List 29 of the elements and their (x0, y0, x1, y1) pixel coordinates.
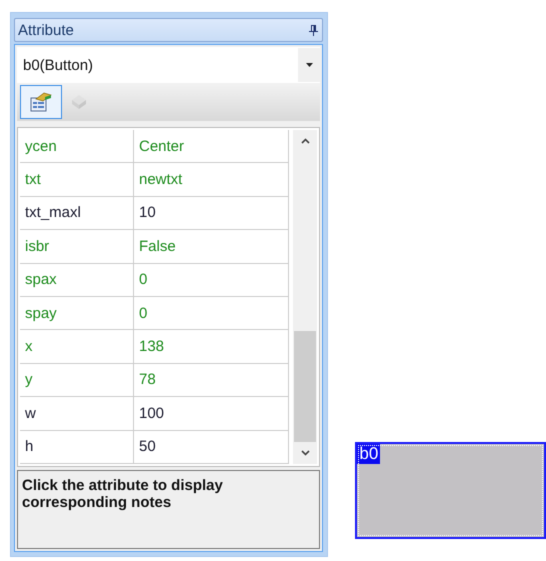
attribute-value[interactable]: 78 (134, 364, 289, 398)
attribute-value[interactable]: 100 (134, 397, 289, 431)
attribute-value[interactable]: False (134, 230, 289, 264)
scrollbar[interactable] (293, 130, 318, 464)
attribute-name[interactable]: isbr (20, 230, 134, 264)
attribute-name[interactable]: w (20, 397, 134, 431)
pin-icon[interactable] (309, 24, 318, 36)
properties-button[interactable] (20, 85, 62, 119)
attribute-value[interactable]: 10 (134, 196, 289, 230)
attribute-value[interactable]: Center (134, 130, 289, 164)
attribute-name[interactable]: txt (20, 163, 134, 197)
attribute-value[interactable]: 0 (134, 264, 289, 297)
attribute-name[interactable]: spay (20, 296, 134, 330)
attribute-name[interactable]: x (20, 330, 134, 364)
panel-title: Attribute (18, 22, 74, 38)
object-dropdown[interactable]: b0(Button) (17, 47, 320, 83)
attribute-name[interactable]: spax (20, 264, 134, 297)
attribute-name[interactable]: y (20, 364, 134, 398)
attribute-name[interactable]: h (20, 430, 134, 464)
attribute-value[interactable]: 50 (134, 430, 289, 464)
notes-text: Click the attribute to display corresponding notes (17, 470, 320, 549)
attribute-name[interactable]: txt_maxl (20, 196, 134, 230)
property-sheet-icon[interactable] (30, 92, 52, 112)
attribute-value[interactable]: 138 (134, 330, 289, 364)
canvas-button[interactable]: b0 (355, 442, 546, 539)
attribute-value[interactable]: 0 (134, 296, 289, 330)
attribute-value[interactable]: newtxt (134, 163, 289, 197)
attribute-name[interactable]: ycen (20, 130, 134, 164)
scroll-thumb[interactable] (294, 330, 316, 442)
